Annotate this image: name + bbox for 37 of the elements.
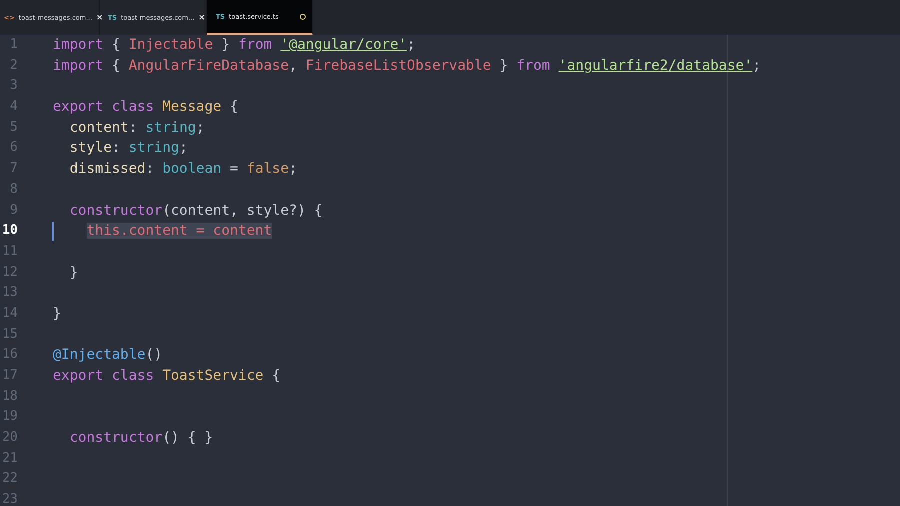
line-number: 1 [9, 36, 18, 54]
line-number: 15 [1, 326, 18, 344]
line-number: 11 [1, 242, 18, 261]
code-line: content: string; [68, 118, 205, 138]
line-number: 14 [1, 304, 18, 323]
code-line: export class Message { [53, 98, 238, 118]
line-number: 9 [9, 202, 18, 220]
code-line: constructor(content, style?) { [68, 202, 323, 220]
line-number: 6 [9, 139, 18, 158]
line-number: 5 [9, 118, 18, 137]
line-number: 19 [1, 408, 18, 426]
line-number: 17 [1, 367, 18, 385]
line-number: 3 [9, 77, 18, 96]
code-line: import { AngularFireDatabase, FirebaseListObservable } from 'angularfire2/database'; [53, 56, 762, 76]
code-line: style: string; [68, 139, 188, 158]
text-cursor [52, 222, 54, 242]
line-number: 16 [1, 346, 18, 364]
line-number: 12 [1, 264, 18, 282]
line-number: 22 [1, 470, 18, 488]
code-line: dismissed: boolean = false; [68, 160, 298, 180]
close-button[interactable]: × [198, 13, 206, 22]
line-number: 4 [9, 98, 18, 116]
line-number: 7 [9, 160, 18, 178]
line-number: 20 [1, 429, 18, 448]
code-line: constructor() { } [68, 429, 214, 448]
code-line: export class ToastService { [53, 367, 281, 386]
line-number: 23 [1, 491, 18, 506]
line-number: 10 [1, 222, 18, 240]
line-number: 18 [1, 388, 18, 406]
code-line: } [53, 304, 62, 324]
code-line: } [68, 264, 78, 283]
line-number: 13 [1, 284, 18, 302]
line-number: 21 [1, 450, 18, 468]
code-line: @Injectable() [53, 346, 163, 366]
line-number: 8 [9, 180, 18, 199]
line-number: 2 [9, 56, 18, 75]
code-line: import { Injectable } from '@angular/core'; [53, 36, 416, 55]
